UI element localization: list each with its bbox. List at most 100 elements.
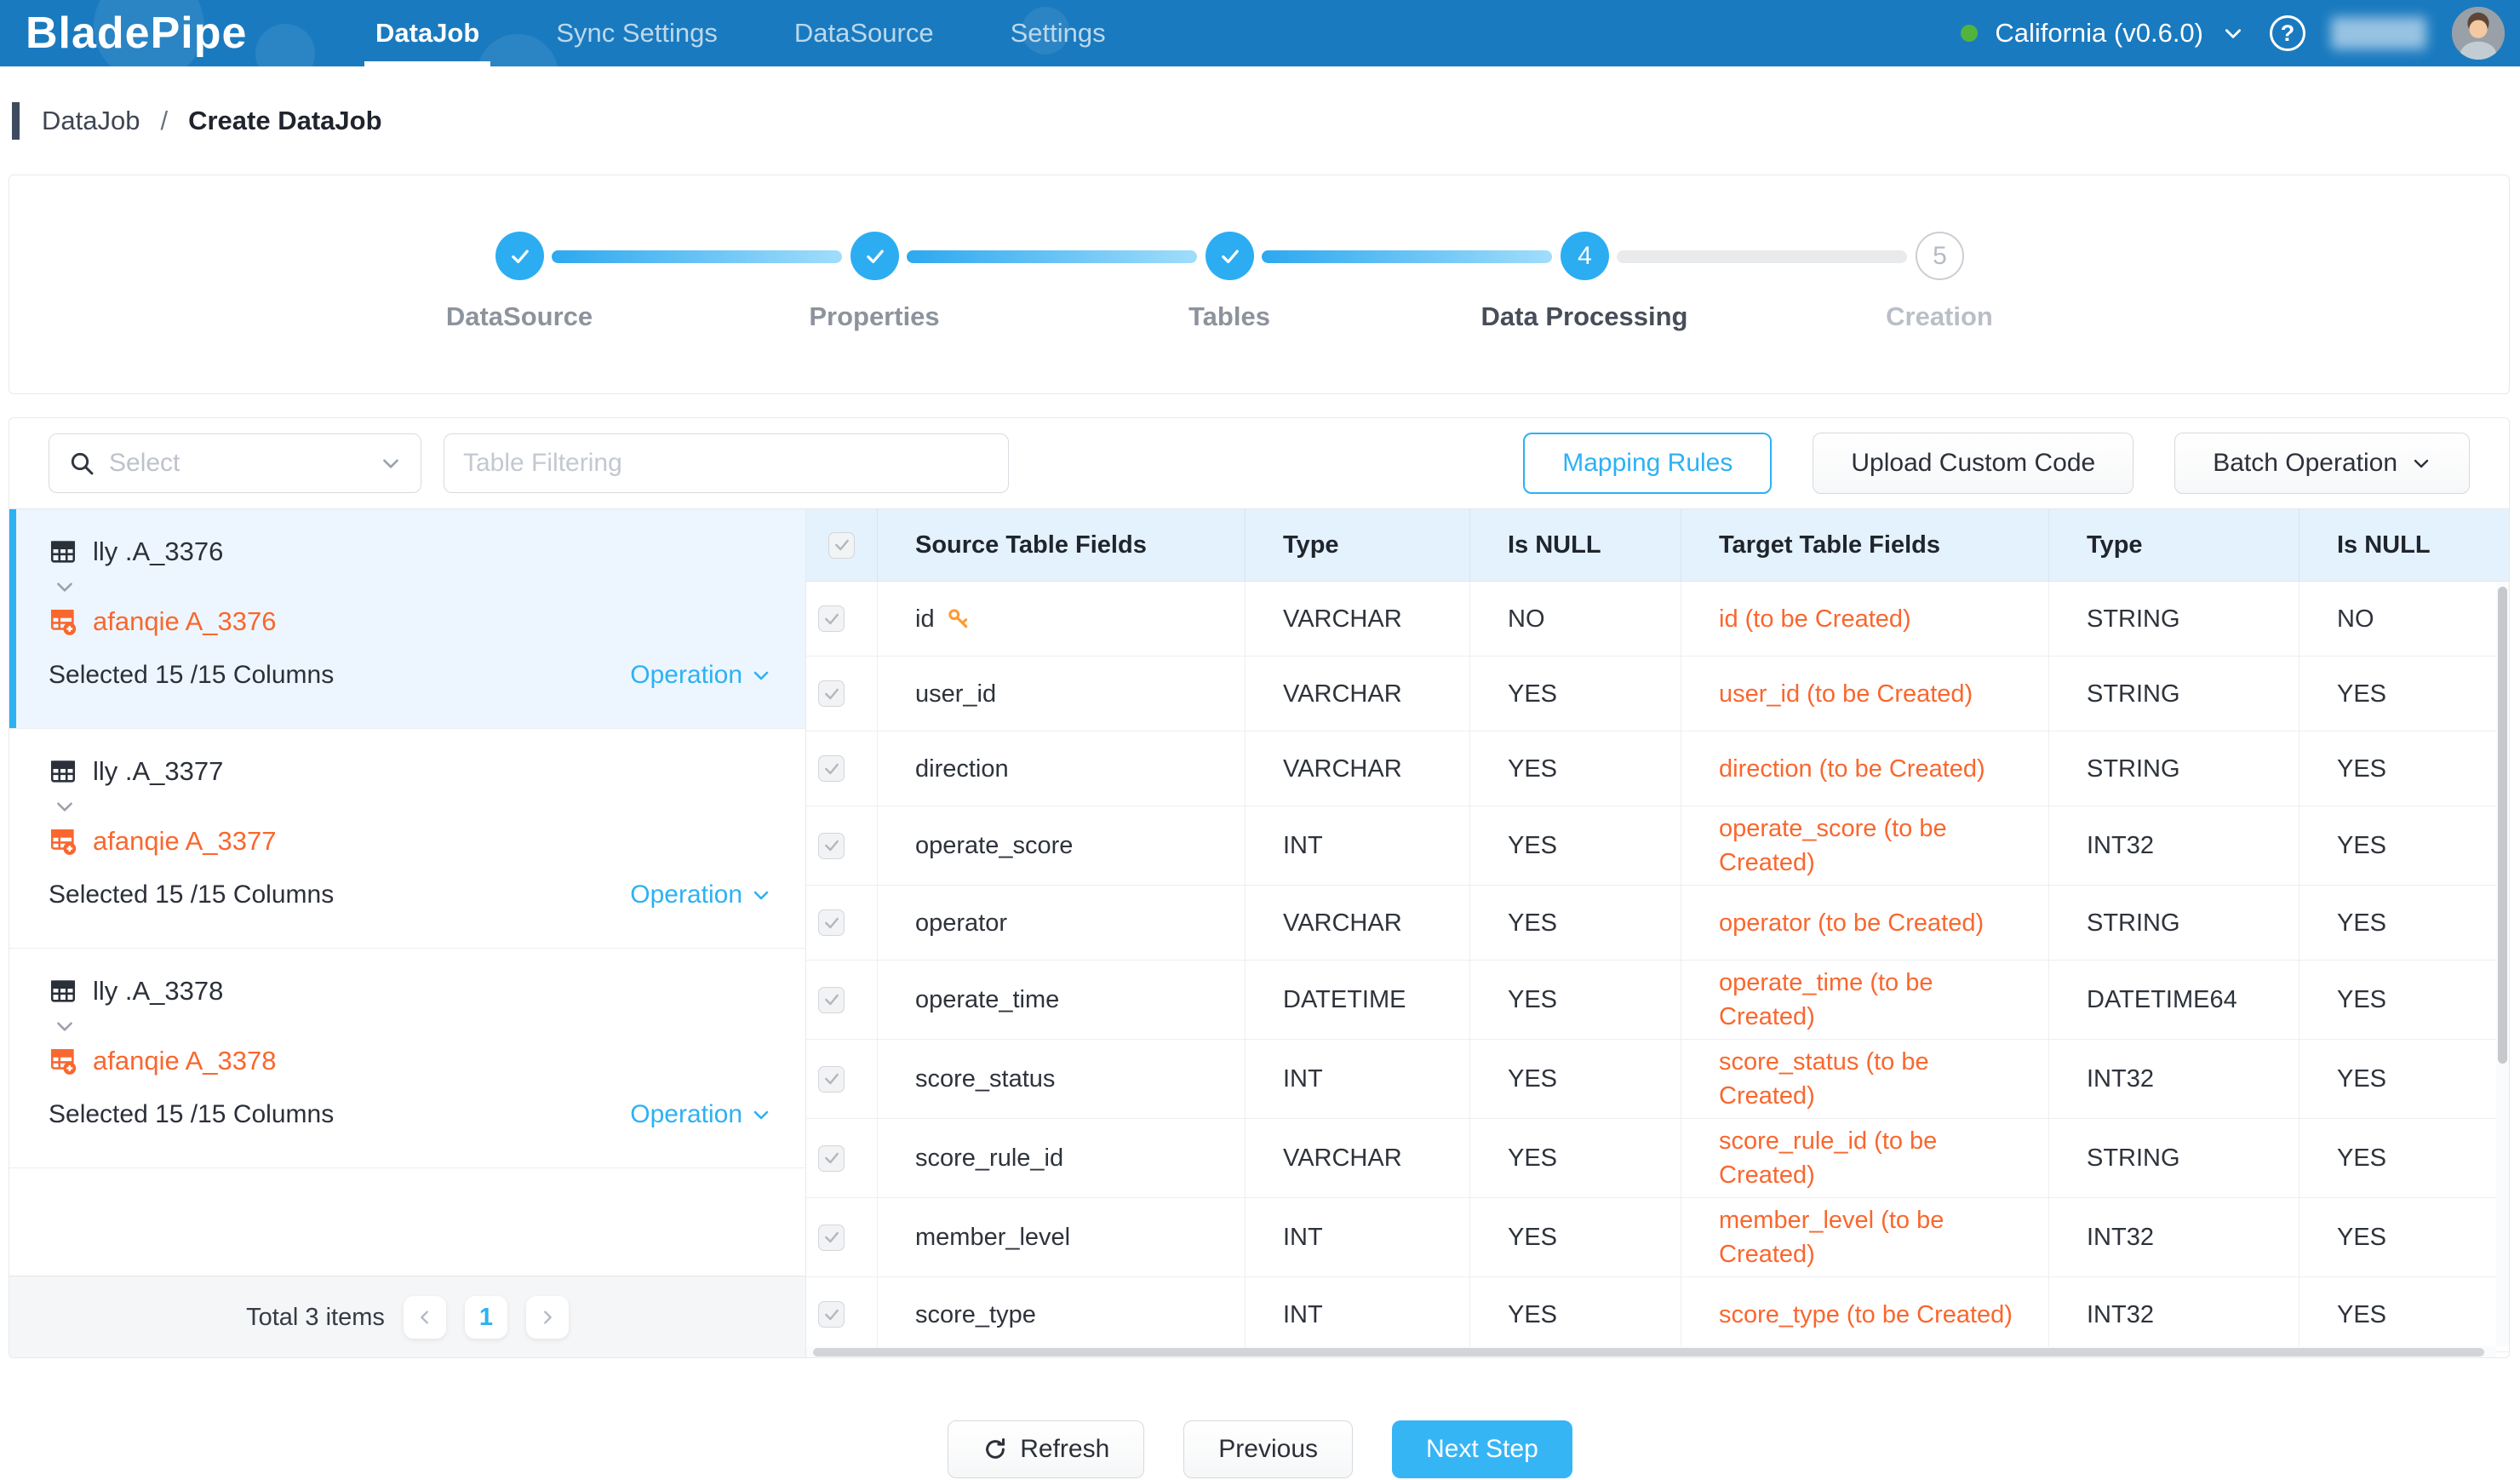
target-type-cell: INT32 — [2049, 1277, 2300, 1352]
page-number-button[interactable]: 1 — [465, 1296, 507, 1339]
filter-placeholder: Table Filtering — [463, 449, 622, 478]
selected-columns-label: Selected 15 /15 Columns — [49, 661, 334, 690]
breadcrumb-parent[interactable]: DataJob — [42, 106, 140, 136]
source-table-name: lly .A_3378 — [93, 976, 223, 1007]
chevron-down-icon — [751, 665, 771, 686]
help-icon[interactable]: ? — [2270, 15, 2305, 51]
operation-dropdown[interactable]: Operation — [630, 1100, 771, 1129]
refresh-button[interactable]: Refresh — [948, 1420, 1144, 1478]
nav-item-datajob[interactable]: DataJob — [337, 0, 518, 66]
source-field-name: operate_time — [915, 983, 1059, 1017]
target-isnull-cell: NO — [2300, 582, 2509, 657]
region-selector[interactable]: California (v0.6.0) — [1961, 18, 2244, 49]
chevron-down-icon — [380, 452, 402, 474]
step-connector-2 — [907, 250, 1197, 263]
source-type-cell: VARCHAR — [1246, 886, 1470, 961]
breadcrumb-row: DataJob / Create DataJob — [0, 66, 2520, 175]
target-field-cell: user_id (to be Created) — [1681, 657, 2049, 731]
row-checkbox-cell[interactable] — [806, 657, 878, 731]
table-list-item[interactable]: lly .A_3376afanqie A_3376Selected 15 /15… — [9, 509, 805, 729]
row-checkbox-cell[interactable] — [806, 1119, 878, 1198]
row-checkbox[interactable] — [818, 755, 845, 782]
prev-page-button[interactable] — [404, 1296, 446, 1339]
chevron-down-icon — [2411, 453, 2431, 473]
operation-dropdown[interactable]: Operation — [630, 661, 771, 690]
expand-caret-icon[interactable] — [54, 792, 771, 821]
row-checkbox-cell[interactable] — [806, 731, 878, 806]
nav-item-sync-settings[interactable]: Sync Settings — [518, 0, 756, 66]
row-checkbox-cell[interactable] — [806, 806, 878, 886]
target-table-row: afanqie A_3378 — [49, 1041, 771, 1081]
source-table-name: lly .A_3377 — [93, 756, 223, 787]
row-checkbox[interactable] — [818, 1301, 845, 1328]
row-checkbox[interactable] — [818, 1145, 845, 1172]
expand-caret-icon[interactable] — [54, 572, 771, 601]
next-step-button[interactable]: Next Step — [1392, 1420, 1572, 1478]
row-checkbox[interactable] — [818, 605, 845, 632]
row-checkbox[interactable] — [818, 909, 845, 936]
table-filtering-input[interactable]: Table Filtering — [444, 433, 1009, 493]
avatar[interactable] — [2452, 7, 2505, 60]
source-type-cell: VARCHAR — [1246, 1119, 1470, 1198]
target-field-cell: score_type (to be Created) — [1681, 1277, 2049, 1352]
target-field-cell: score_status (to be Created) — [1681, 1040, 2049, 1119]
previous-button[interactable]: Previous — [1183, 1420, 1353, 1478]
vertical-scrollbar[interactable] — [2496, 582, 2509, 1346]
data-processing-card: Select Table Filtering Mapping Rules Upl… — [9, 417, 2510, 1358]
step-check-icon — [850, 232, 899, 280]
table-list-item[interactable]: lly .A_3378afanqie A_3378Selected 15 /15… — [9, 949, 805, 1168]
horizontal-scrollbar[interactable] — [806, 1346, 2496, 1358]
footer-actions: Refresh Previous Next Step — [0, 1420, 2520, 1478]
select-all-checkbox-cell[interactable] — [806, 509, 878, 582]
select-dropdown[interactable]: Select — [49, 433, 421, 493]
select-all-checkbox[interactable] — [828, 532, 855, 559]
target-type-cell: INT32 — [2049, 1040, 2300, 1119]
row-checkbox[interactable] — [818, 833, 845, 859]
previous-label: Previous — [1218, 1435, 1318, 1464]
total-items-label: Total 3 items — [246, 1304, 385, 1332]
horizontal-scrollbar-thumb[interactable] — [813, 1348, 2484, 1357]
step-label-3: Tables — [1188, 301, 1270, 332]
row-checkbox-cell[interactable] — [806, 582, 878, 657]
row-checkbox-cell[interactable] — [806, 1040, 878, 1119]
source-type-cell: INT — [1246, 1277, 1470, 1352]
page-title: Create DataJob — [188, 106, 381, 136]
nav-right-cluster: California (v0.6.0) ? — [1961, 7, 2505, 60]
row-checkbox-cell[interactable] — [806, 961, 878, 1040]
expand-caret-icon[interactable] — [54, 1012, 771, 1041]
operation-dropdown[interactable]: Operation — [630, 881, 771, 909]
row-checkbox-cell[interactable] — [806, 1277, 878, 1352]
upload-custom-code-button[interactable]: Upload Custom Code — [1813, 433, 2133, 494]
row-checkbox-cell[interactable] — [806, 886, 878, 961]
target-isnull-cell: YES — [2300, 1198, 2509, 1277]
source-field-name: operate_score — [915, 829, 1073, 863]
target-isnull-cell: YES — [2300, 731, 2509, 806]
row-checkbox[interactable] — [818, 1066, 845, 1093]
col-target-type: Type — [2049, 509, 2300, 582]
nav-item-settings[interactable]: Settings — [972, 0, 1144, 66]
vertical-scrollbar-thumb[interactable] — [2498, 587, 2507, 1064]
row-checkbox[interactable] — [818, 1225, 845, 1251]
toolbar: Select Table Filtering Mapping Rules Upl… — [9, 418, 2509, 509]
nav-item-datasource[interactable]: DataSource — [756, 0, 972, 66]
select-placeholder: Select — [109, 449, 366, 478]
step-circle-5: 5 — [1916, 232, 1964, 280]
breadcrumb-separator: / — [160, 106, 168, 136]
source-field-cell: operate_time — [878, 961, 1246, 1040]
table-row: score_typeINTYESscore_type (to be Create… — [806, 1277, 2509, 1352]
source-field: member_level — [915, 1220, 1070, 1254]
chevron-down-icon — [751, 1104, 771, 1125]
row-checkbox[interactable] — [818, 987, 845, 1013]
row-checkbox[interactable] — [818, 680, 845, 707]
source-isnull-cell: YES — [1470, 806, 1681, 886]
row-checkbox-cell[interactable] — [806, 1198, 878, 1277]
batch-operation-button[interactable]: Batch Operation — [2174, 433, 2470, 494]
top-nav: BladePipe DataJobSync SettingsDataSource… — [0, 0, 2520, 66]
source-field: score_status — [915, 1062, 1055, 1096]
table-list-item[interactable]: lly .A_3377afanqie A_3377Selected 15 /15… — [9, 729, 805, 949]
target-field-cell: operate_score (to be Created) — [1681, 806, 2049, 886]
mapping-rules-button[interactable]: Mapping Rules — [1523, 433, 1772, 494]
source-field: operate_time — [915, 983, 1059, 1017]
fields-table-header: Source Table Fields Type Is NULL Target … — [806, 509, 2509, 582]
next-page-button[interactable] — [526, 1296, 569, 1339]
